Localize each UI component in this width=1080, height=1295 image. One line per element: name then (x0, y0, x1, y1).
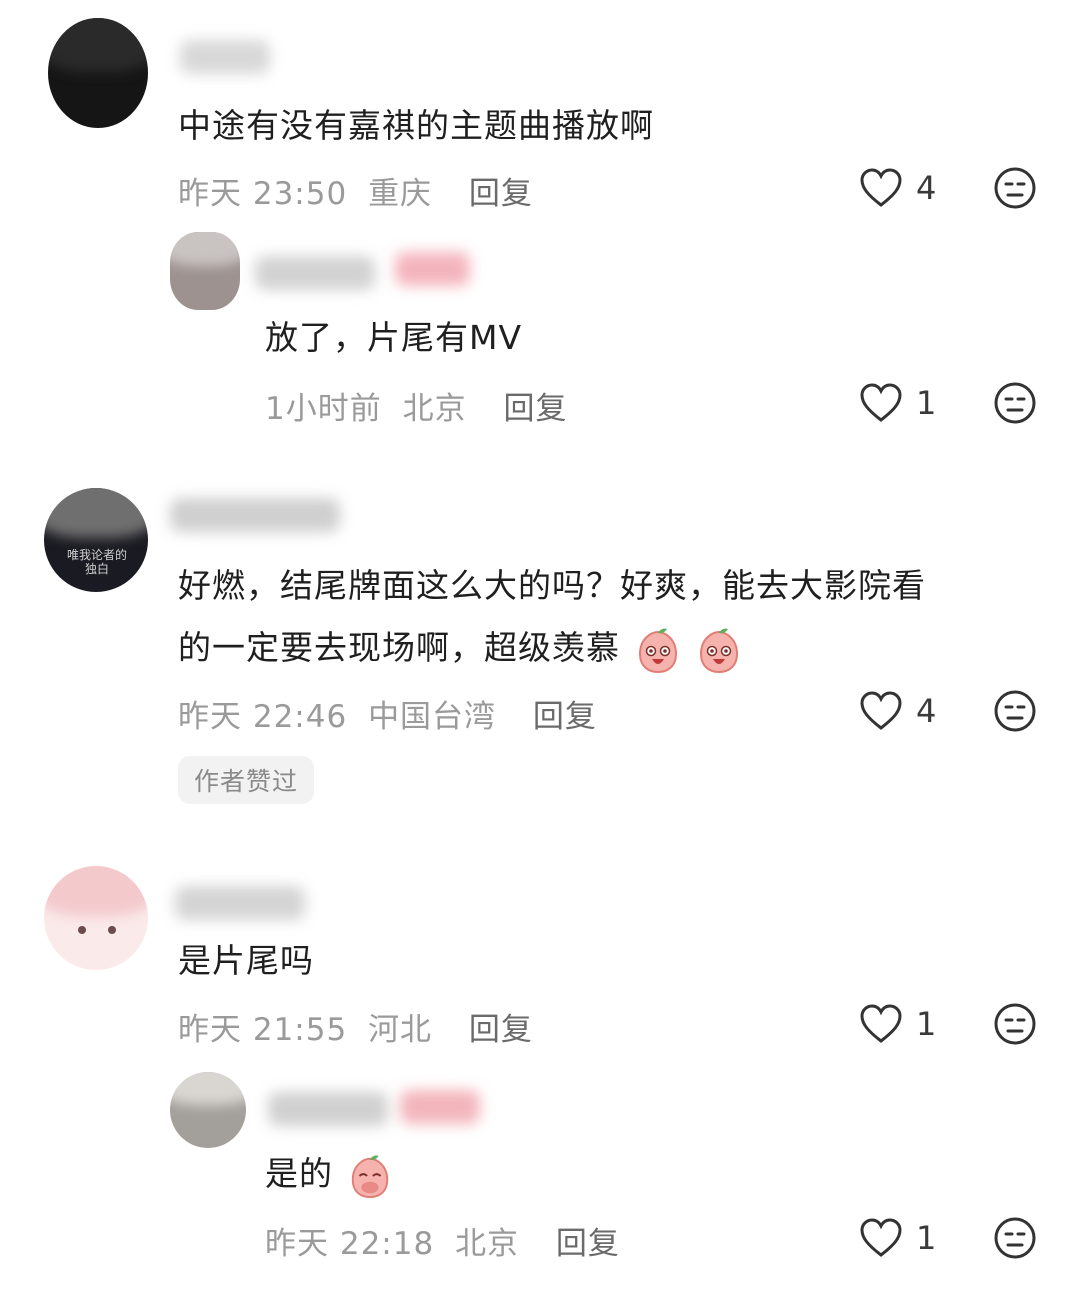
like-button[interactable]: 4 (860, 691, 936, 731)
comment-meta: 昨天 21:55 河北 回复 (178, 1004, 533, 1049)
like-count: 1 (916, 1005, 937, 1043)
comment-text: 是片尾吗 (178, 941, 314, 980)
avatar[interactable] (48, 18, 148, 128)
reply-time: 1小时前 (265, 391, 382, 427)
like-count: 1 (916, 384, 937, 422)
reply-avatar[interactable] (170, 232, 240, 310)
comment-meta: 昨天 22:46 中国台湾 回复 (178, 691, 597, 736)
reply-button[interactable]: 回复 (533, 699, 597, 735)
peach-face-emoji (699, 628, 739, 673)
reply-button[interactable]: 回复 (469, 176, 533, 212)
reply-text: 是的 (265, 1143, 393, 1205)
comment-text-line2: 的一定要去现场啊，超级羡慕 (178, 617, 743, 679)
like-button[interactable]: 1 (860, 1218, 936, 1258)
avatar[interactable]: 唯我论者的独白 (44, 488, 148, 592)
reply-button[interactable]: 回复 (556, 1226, 620, 1262)
dislike-face-icon[interactable] (993, 689, 1037, 733)
comment-time: 昨天 21:55 (178, 1012, 348, 1048)
reply-button[interactable]: 回复 (503, 391, 567, 427)
reply-meta: 昨天 22:18 北京 回复 (265, 1218, 620, 1263)
username-blurred[interactable] (180, 40, 270, 74)
comment-location: 中国台湾 (368, 699, 497, 735)
reply-text-content: 是的 (265, 1154, 333, 1193)
dislike-face-icon[interactable] (993, 381, 1037, 425)
heart-outline-icon (860, 691, 902, 730)
author-liked-badge: 作者赞过 (178, 756, 315, 804)
reply-time: 昨天 22:18 (265, 1226, 435, 1262)
like-button[interactable]: 1 (860, 1004, 936, 1044)
heart-outline-icon (860, 1218, 902, 1257)
dislike-face-icon[interactable] (993, 1002, 1037, 1046)
reply-text: 放了，片尾有MV (265, 318, 523, 357)
username-blurred[interactable] (175, 886, 305, 920)
comment-meta: 昨天 23:50 重庆 回复 (178, 168, 533, 213)
comment-time: 昨天 22:46 (178, 699, 348, 735)
peach-face-emoji (351, 1155, 388, 1198)
avatar[interactable] (44, 866, 148, 970)
like-count: 1 (916, 1219, 937, 1257)
comment-location: 重庆 (368, 176, 433, 212)
reply-meta: 1小时前 北京 回复 (265, 383, 567, 428)
comment-text-line2-text: 的一定要去现场啊，超级羡慕 (178, 628, 620, 667)
like-button[interactable]: 4 (860, 168, 936, 208)
comment-text: 中途有没有嘉祺的主题曲播放啊 (178, 106, 654, 145)
avatar-caption: 唯我论者的独白 (66, 548, 127, 576)
reply-location: 北京 (402, 391, 467, 427)
comment-text-line1: 好燃，结尾牌面这么大的吗？好爽，能去大影院看 (178, 566, 926, 605)
dislike-face-icon[interactable] (993, 166, 1037, 210)
peach-face-emoji (638, 628, 677, 673)
reply-location: 北京 (455, 1226, 520, 1262)
reply-button[interactable]: 回复 (469, 1012, 533, 1048)
like-count: 4 (916, 692, 937, 730)
username-blurred[interactable] (170, 498, 340, 532)
like-button[interactable]: 1 (860, 383, 936, 423)
like-count: 4 (916, 169, 937, 207)
reply-avatar[interactable] (170, 1072, 246, 1148)
reply-username-blurred-2 (400, 1090, 480, 1124)
avatar-eye (78, 926, 86, 934)
reply-username-blurred-2 (395, 252, 470, 286)
avatar-eye (108, 926, 116, 934)
comment-time: 昨天 23:50 (178, 176, 348, 212)
heart-outline-icon (860, 383, 902, 422)
comment-location: 河北 (368, 1012, 433, 1048)
reply-username-blurred[interactable] (268, 1092, 388, 1126)
dislike-face-icon[interactable] (993, 1216, 1037, 1260)
reply-username-blurred[interactable] (255, 256, 375, 290)
heart-outline-icon (860, 1004, 902, 1043)
heart-outline-icon (860, 168, 902, 207)
